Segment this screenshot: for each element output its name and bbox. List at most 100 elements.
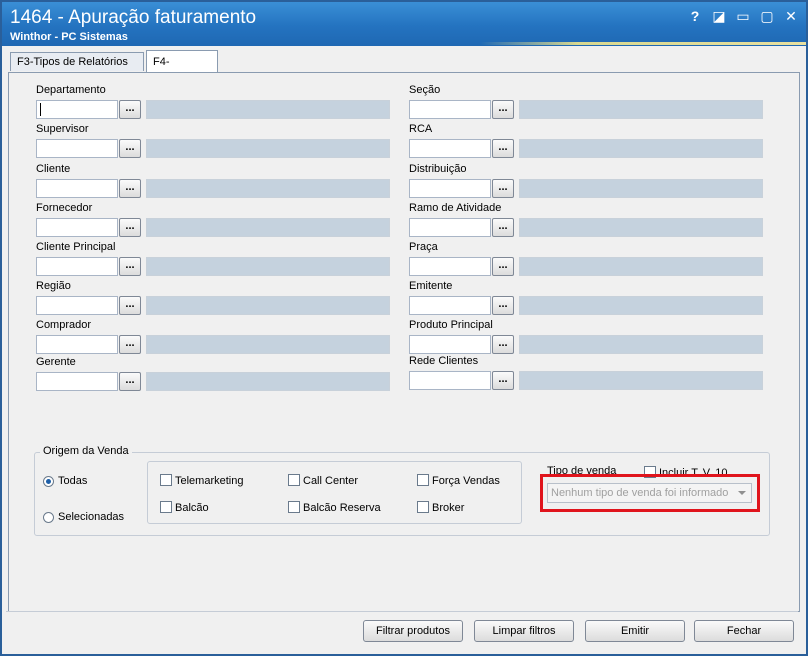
tab-selecoes[interactable]: F4-Seleções bbox=[146, 50, 218, 90]
call-center-label[interactable]: Call Center bbox=[303, 475, 358, 487]
rede-clientes-input[interactable] bbox=[409, 371, 491, 390]
fechar-button[interactable]: Fechar bbox=[694, 620, 794, 642]
departamento-description bbox=[146, 100, 390, 119]
departamento-lookup-button[interactable]: ... bbox=[119, 100, 141, 119]
field-label-gerente: Gerente bbox=[36, 356, 76, 368]
ramo-atividade-lookup-button[interactable]: ... bbox=[492, 218, 514, 237]
radio-todas-label[interactable]: Todas bbox=[58, 475, 87, 487]
balcao-reserva-checkbox[interactable] bbox=[288, 501, 300, 513]
rca-lookup-button[interactable]: ... bbox=[492, 139, 514, 158]
produto-principal-input[interactable] bbox=[409, 335, 491, 354]
departamento-input[interactable] bbox=[36, 100, 118, 119]
regiao-lookup-button[interactable]: ... bbox=[119, 296, 141, 315]
fornecedor-input[interactable] bbox=[36, 218, 118, 237]
filtrar-produtos-button[interactable]: Filtrar produtos bbox=[363, 620, 463, 642]
praca-input[interactable] bbox=[409, 257, 491, 276]
emitir-label: Emitir bbox=[620, 625, 650, 637]
cliente-lookup-button[interactable]: ... bbox=[119, 179, 141, 198]
telemarketing-label[interactable]: Telemarketing bbox=[175, 475, 243, 487]
balcao-checkbox[interactable] bbox=[160, 501, 172, 513]
rede-clientes-description bbox=[519, 371, 763, 390]
balcao-label[interactable]: Balcão bbox=[175, 502, 209, 514]
forca-vendas-checkbox[interactable] bbox=[417, 474, 429, 486]
comprador-description bbox=[146, 335, 390, 354]
produto-principal-description bbox=[519, 335, 763, 354]
title-bar: 1464 - Apuração faturamento Winthor - PC… bbox=[2, 2, 806, 46]
field-label-emitente: Emitente bbox=[409, 280, 453, 292]
secao-description bbox=[519, 100, 763, 119]
origem-checkbox-group bbox=[147, 461, 522, 524]
field-label-produto-principal: Produto Principal bbox=[409, 319, 493, 331]
field-label-departamento: Departamento bbox=[36, 84, 106, 96]
forca-vendas-label[interactable]: Força Vendas bbox=[432, 475, 500, 487]
ramo-atividade-description bbox=[519, 218, 763, 237]
fornecedor-lookup-button[interactable]: ... bbox=[119, 218, 141, 237]
cliente-principal-lookup-button[interactable]: ... bbox=[119, 257, 141, 276]
radio-selecionadas[interactable] bbox=[43, 512, 54, 523]
field-label-rede-clientes: Rede Clientes bbox=[409, 355, 479, 367]
gerente-input[interactable] bbox=[36, 372, 118, 391]
text-cursor bbox=[40, 103, 41, 116]
cliente-principal-input[interactable] bbox=[36, 257, 118, 276]
emitente-lookup-button[interactable]: ... bbox=[492, 296, 514, 315]
help-icon[interactable]: ? bbox=[688, 8, 702, 25]
produto-principal-lookup-button[interactable]: ... bbox=[492, 335, 514, 354]
fechar-label: Fechar bbox=[726, 625, 762, 637]
cliente-description bbox=[146, 179, 390, 198]
field-label-regiao: Região bbox=[36, 280, 71, 292]
secao-input[interactable] bbox=[409, 100, 491, 119]
window-title: 1464 - Apuração faturamento bbox=[10, 7, 257, 28]
fornecedor-description bbox=[146, 218, 390, 237]
rca-input[interactable] bbox=[409, 139, 491, 158]
supervisor-input[interactable] bbox=[36, 139, 118, 158]
comprador-lookup-button[interactable]: ... bbox=[119, 335, 141, 354]
radio-selecionadas-label[interactable]: Selecionadas bbox=[58, 511, 124, 523]
secao-lookup-button[interactable]: ... bbox=[492, 100, 514, 119]
rede-clientes-lookup-button[interactable]: ... bbox=[492, 371, 514, 390]
broker-label[interactable]: Broker bbox=[432, 502, 464, 514]
emitir-button[interactable]: Emitir bbox=[585, 620, 685, 642]
distribuicao-input[interactable] bbox=[409, 179, 491, 198]
regiao-input[interactable] bbox=[36, 296, 118, 315]
window-controls: ? ◪ ▭ ▢ ✕ bbox=[688, 8, 798, 25]
telemarketing-checkbox[interactable] bbox=[160, 474, 172, 486]
supervisor-lookup-button[interactable]: ... bbox=[119, 139, 141, 158]
field-label-secao: Seção bbox=[409, 84, 441, 96]
limpar-filtros-label: Limpar filtros bbox=[492, 625, 556, 637]
field-label-rca: RCA bbox=[409, 123, 433, 135]
distribuicao-lookup-button[interactable]: ... bbox=[492, 179, 514, 198]
gerente-description bbox=[146, 372, 390, 391]
cliente-input[interactable] bbox=[36, 179, 118, 198]
balcao-reserva-label[interactable]: Balcão Reserva bbox=[303, 502, 381, 514]
app-window: 1464 - Apuração faturamento Winthor - PC… bbox=[0, 0, 808, 656]
comprador-input[interactable] bbox=[36, 335, 118, 354]
origem-venda-title: Origem da Venda bbox=[40, 445, 132, 457]
supervisor-description bbox=[146, 139, 390, 158]
field-label-comprador: Comprador bbox=[36, 319, 92, 331]
ramo-atividade-input[interactable] bbox=[409, 218, 491, 237]
call-center-checkbox[interactable] bbox=[288, 474, 300, 486]
highlight-box bbox=[540, 474, 760, 512]
emitente-input[interactable] bbox=[409, 296, 491, 315]
field-label-cliente-principal: Cliente Principal bbox=[36, 241, 116, 253]
window-subtitle: Winthor - PC Sistemas bbox=[10, 31, 128, 43]
field-label-distribuicao: Distribuição bbox=[409, 163, 467, 175]
praca-lookup-button[interactable]: ... bbox=[492, 257, 514, 276]
limpar-filtros-button[interactable]: Limpar filtros bbox=[474, 620, 574, 642]
rca-description bbox=[519, 139, 763, 158]
tab-tipos-relatorios[interactable]: F3-Tipos de Relatórios bbox=[10, 52, 144, 71]
broker-checkbox[interactable] bbox=[417, 501, 429, 513]
minimize-icon[interactable]: ▭ bbox=[736, 8, 750, 25]
field-label-fornecedor: Fornecedor bbox=[36, 202, 93, 214]
gerente-lookup-button[interactable]: ... bbox=[119, 372, 141, 391]
radio-todas[interactable] bbox=[43, 476, 54, 487]
theme-icon[interactable]: ◪ bbox=[712, 8, 726, 25]
emitente-description bbox=[519, 296, 763, 315]
field-label-cliente: Cliente bbox=[36, 163, 71, 175]
field-label-supervisor: Supervisor bbox=[36, 123, 89, 135]
maximize-icon[interactable]: ▢ bbox=[760, 8, 774, 25]
field-label-praca: Praça bbox=[409, 241, 438, 253]
filtrar-produtos-label: Filtrar produtos bbox=[376, 625, 450, 637]
close-icon[interactable]: ✕ bbox=[784, 8, 798, 25]
distribuicao-description bbox=[519, 179, 763, 198]
